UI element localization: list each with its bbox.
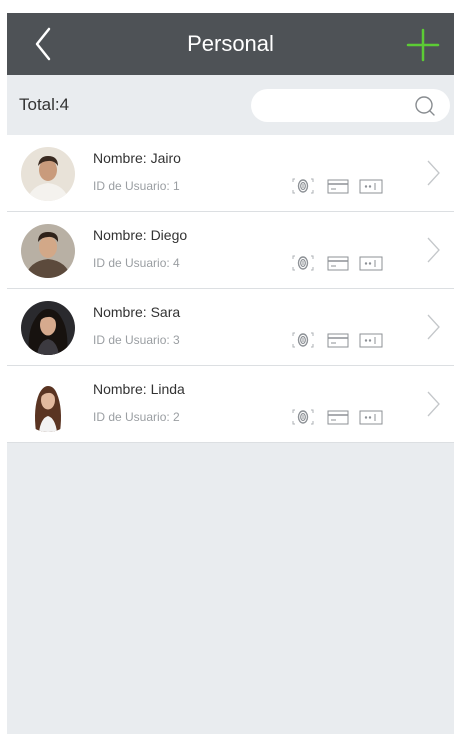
fingerprint-icon [292,255,314,271]
user-list: Nombre: Jairo ID de Usuario: 1 Nombre: D… [7,135,454,443]
card-icon [327,410,349,425]
search-input[interactable] [265,93,409,120]
password-icon [359,333,383,348]
password-icon [359,410,383,425]
avatar [21,378,75,432]
fingerprint-icon [292,178,314,194]
user-row[interactable]: Nombre: Linda ID de Usuario: 2 [7,366,454,443]
search-box[interactable] [251,89,450,122]
list-toolbar: Total:4 [7,75,454,135]
chevron-right-icon [427,391,440,417]
chevron-right-icon [427,237,440,263]
chevron-left-icon [35,27,51,61]
user-name: Nombre: Jairo [93,150,181,166]
personal-screen: Personal Total:4 Nombre: Jairo ID de Usu… [7,13,454,734]
user-id: ID de Usuario: 1 [93,179,180,193]
back-button[interactable] [25,23,65,65]
user-id: ID de Usuario: 3 [93,333,180,347]
screen: Personal Total:4 Nombre: Jairo ID de Usu… [0,0,454,734]
card-icon [327,333,349,348]
card-icon [327,179,349,194]
user-name: Nombre: Sara [93,304,181,320]
plus-icon [406,28,440,62]
user-name: Nombre: Linda [93,381,185,397]
top-bar: Personal [7,13,454,75]
avatar [21,301,75,355]
chevron-right-icon [427,160,440,186]
total-count: Total:4 [19,95,70,114]
user-row[interactable]: Nombre: Diego ID de Usuario: 4 [7,212,454,289]
page-title: Personal [187,31,274,56]
password-icon [359,179,383,194]
avatar [21,147,75,201]
fingerprint-icon [292,409,314,425]
user-row[interactable]: Nombre: Sara ID de Usuario: 3 [7,289,454,366]
card-icon [327,256,349,271]
user-row[interactable]: Nombre: Jairo ID de Usuario: 1 [7,135,454,212]
chevron-right-icon [427,314,440,340]
user-id: ID de Usuario: 2 [93,410,180,424]
search-icon[interactable] [413,94,437,118]
avatar [21,224,75,278]
add-user-button[interactable] [403,25,443,65]
fingerprint-icon [292,332,314,348]
password-icon [359,256,383,271]
user-name: Nombre: Diego [93,227,188,243]
user-id: ID de Usuario: 4 [93,256,180,270]
